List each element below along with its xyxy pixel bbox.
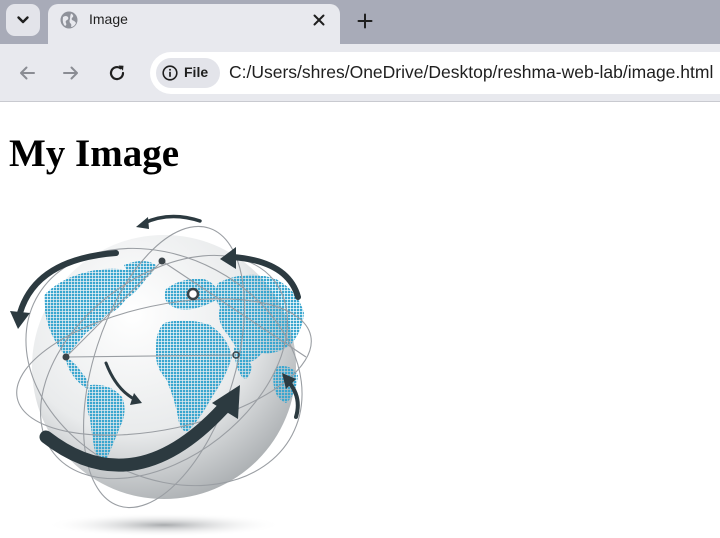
url-text[interactable]: C:/Users/shres/OneDrive/Desktop/reshma-w… (229, 62, 713, 83)
chevron-down-icon (17, 16, 29, 24)
address-bar[interactable]: File C:/Users/shres/OneDrive/Desktop/res… (150, 52, 720, 94)
tab-search-button[interactable] (6, 4, 40, 36)
forward-button[interactable] (58, 60, 84, 86)
page-content: My Image (0, 103, 720, 538)
globe-image (10, 214, 312, 537)
tab-image[interactable]: Image (48, 4, 340, 44)
tab-close-button[interactable] (310, 11, 328, 29)
globe-shadow (46, 513, 282, 537)
tab-title: Image (89, 11, 128, 27)
info-icon (162, 65, 178, 81)
plus-icon (357, 13, 373, 29)
reload-button[interactable] (104, 60, 130, 86)
tab-strip: Image (0, 0, 720, 44)
browser-toolbar: File C:/Users/shres/OneDrive/Desktop/res… (0, 44, 720, 102)
back-button[interactable] (14, 60, 40, 86)
close-icon (313, 14, 325, 26)
site-info-chip[interactable]: File (156, 58, 220, 88)
new-tab-button[interactable] (352, 8, 378, 34)
reload-icon (109, 65, 125, 81)
globe-icon (60, 11, 78, 29)
arrow-left-icon (20, 66, 35, 80)
page-heading: My Image (9, 132, 180, 175)
arrow-right-icon (63, 66, 78, 80)
site-info-label: File (184, 64, 209, 80)
